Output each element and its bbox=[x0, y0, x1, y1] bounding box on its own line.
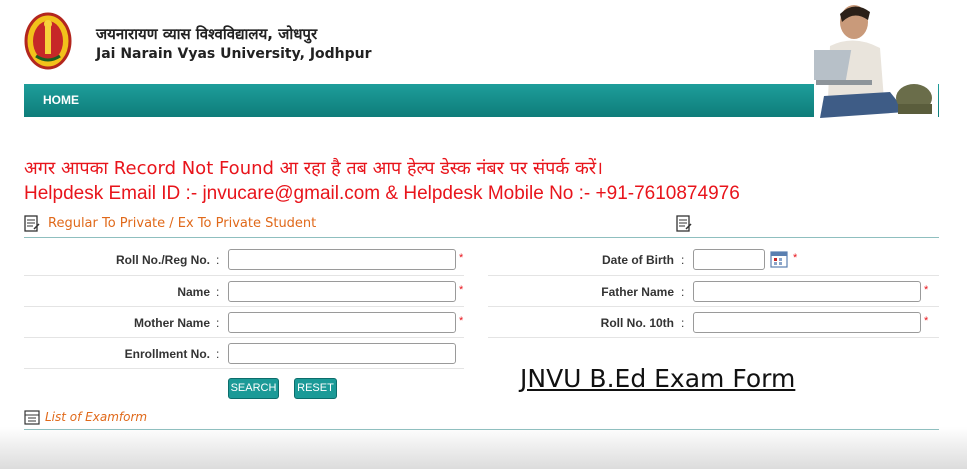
form-row: Enrollment No. : bbox=[24, 339, 939, 370]
row-divider bbox=[24, 368, 464, 369]
row-divider bbox=[488, 337, 939, 338]
enrollment-no-label: Enrollment No. bbox=[124, 347, 210, 361]
father-name-input[interactable] bbox=[693, 281, 921, 302]
roll-no-input[interactable] bbox=[228, 249, 456, 270]
form-row: Mother Name : * Roll No. 10th : * bbox=[24, 308, 939, 339]
notice-helpdesk-line: Helpdesk Email ID :- jnvucare@gmail.com … bbox=[24, 183, 740, 204]
reset-button[interactable]: RESET bbox=[294, 378, 337, 399]
dob-label: Date of Birth bbox=[602, 253, 674, 267]
row-divider bbox=[24, 275, 464, 276]
required-marker: * bbox=[924, 284, 929, 296]
form-row: Name : * Father Name : * bbox=[24, 277, 939, 308]
row-divider bbox=[24, 306, 464, 307]
required-marker: * bbox=[459, 252, 464, 264]
list-section-header: List of Examform bbox=[24, 406, 939, 430]
nav-home-link[interactable]: HOME bbox=[43, 93, 79, 107]
required-marker: * bbox=[924, 315, 929, 327]
list-title: List of Examform bbox=[45, 410, 148, 424]
colon: : bbox=[216, 253, 220, 267]
search-button[interactable]: SEARCH bbox=[228, 378, 279, 399]
roll-no-label: Roll No./Reg No. bbox=[116, 253, 210, 267]
name-label: Name bbox=[177, 285, 210, 299]
enrollment-no-input[interactable] bbox=[228, 343, 456, 364]
row-divider bbox=[488, 275, 939, 276]
section-title: Regular To Private / Ex To Private Stude… bbox=[48, 216, 317, 231]
row-divider bbox=[24, 337, 464, 338]
colon: : bbox=[681, 316, 685, 330]
roll-no-10th-input[interactable] bbox=[693, 312, 921, 333]
colon: : bbox=[216, 285, 220, 299]
notice-hindi-line: अगर आपका Record Not Found आ रहा है तब आप… bbox=[24, 158, 603, 179]
section-header: Regular To Private / Ex To Private Stude… bbox=[24, 214, 939, 238]
document-icon bbox=[24, 215, 40, 232]
mother-name-label: Mother Name bbox=[133, 316, 210, 330]
required-marker: * bbox=[793, 252, 798, 264]
required-marker: * bbox=[459, 284, 464, 296]
student-laptop-image bbox=[814, 0, 938, 118]
required-marker: * bbox=[459, 315, 464, 327]
name-input[interactable] bbox=[228, 281, 456, 302]
university-name-english: Jai Narain Vyas University, Jodhpur bbox=[96, 46, 372, 62]
document-icon bbox=[676, 215, 692, 232]
dob-input[interactable] bbox=[693, 249, 765, 270]
main-navbar: HOME bbox=[24, 84, 939, 117]
list-icon bbox=[24, 410, 40, 425]
form-row: Roll No./Reg No. : * Date of Birth : * bbox=[24, 245, 939, 276]
colon: : bbox=[216, 347, 220, 361]
mother-name-input[interactable] bbox=[228, 312, 456, 333]
roll-no-10th-label: Roll No. 10th bbox=[600, 316, 674, 330]
colon: : bbox=[681, 285, 685, 299]
colon: : bbox=[216, 316, 220, 330]
father-name-label: Father Name bbox=[601, 285, 674, 299]
calendar-icon[interactable] bbox=[770, 250, 788, 268]
colon: : bbox=[681, 253, 685, 267]
helpdesk-notice: अगर आपका Record Not Found आ रहा है तब आप… bbox=[24, 156, 740, 206]
page-watermark-caption: JNVU B.Ed Exam Form bbox=[520, 364, 796, 393]
university-name-hindi: जयनारायण व्यास विश्वविद्यालय, जोधपुर bbox=[96, 25, 318, 43]
university-logo bbox=[24, 12, 72, 70]
row-divider bbox=[488, 306, 939, 307]
